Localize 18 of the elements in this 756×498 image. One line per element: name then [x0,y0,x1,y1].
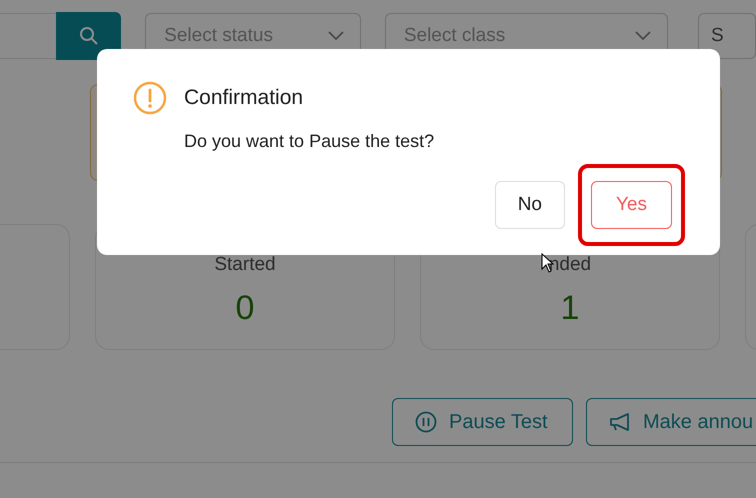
stat-label: Started [214,254,276,276]
dialog-title: Confirmation [184,86,304,110]
chevron-down-icon [328,31,344,41]
chevron-down-icon [634,31,651,41]
announcement-button[interactable]: Make annou [586,398,756,446]
yes-button[interactable]: Yes [591,181,672,229]
stat-value: 1 [560,289,580,328]
megaphone-icon [609,412,631,432]
search-icon [78,26,99,46]
cut-off-button[interactable]: S [698,13,756,59]
warning-icon [133,81,167,115]
no-button[interactable]: No [494,181,565,229]
pause-icon [415,411,437,433]
pause-test-button[interactable]: Pause Test [392,398,573,446]
stat-label: nded [548,254,592,276]
stat-value: 0 [236,289,254,328]
search-button[interactable] [56,12,122,60]
dialog-message: Do you want to Pause the test? [184,131,436,152]
